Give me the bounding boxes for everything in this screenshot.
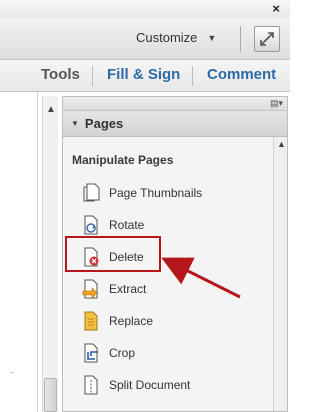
panel-options-icon[interactable]: ▤▾: [270, 98, 283, 109]
toolbar-divider: [240, 26, 241, 52]
document-scrollbar[interactable]: ▲: [42, 96, 58, 412]
item-split-document[interactable]: Split Document: [81, 373, 261, 397]
section-title: Manipulate Pages: [72, 153, 174, 167]
task-tabs: Tools Fill & Sign Comment: [0, 60, 290, 92]
item-label: Extract: [109, 282, 147, 296]
expand-icon: [260, 32, 274, 46]
toolbar: Customize ▼: [0, 18, 290, 60]
rotate-icon: [81, 214, 101, 236]
document-area: [0, 92, 38, 412]
pages-header-label: Pages: [84, 116, 124, 131]
tab-comment[interactable]: Comment: [207, 66, 276, 83]
item-crop[interactable]: Crop: [81, 341, 261, 365]
tab-tools[interactable]: Tools: [41, 66, 80, 83]
close-icon[interactable]: ×: [272, 1, 280, 16]
expand-button[interactable]: [254, 26, 280, 52]
item-label: Rotate: [109, 218, 145, 232]
customize-button[interactable]: Customize ▼: [136, 30, 216, 45]
item-label: Crop: [109, 346, 136, 360]
customize-label: Customize: [136, 30, 198, 45]
scroll-up-icon[interactable]: ▲: [277, 139, 286, 149]
scroll-up-icon[interactable]: ▲: [46, 104, 56, 115]
delete-highlight-box: [65, 236, 161, 272]
scroll-thumb[interactable]: [44, 378, 57, 412]
split-document-icon: [81, 374, 101, 396]
chevron-down-icon: ▼: [207, 32, 217, 43]
item-rotate[interactable]: Rotate: [81, 213, 261, 237]
document-mark: [10, 372, 13, 373]
tab-divider: [192, 66, 193, 86]
item-extract[interactable]: Extract: [81, 277, 261, 301]
extract-icon: [81, 278, 101, 300]
collapse-triangle-icon: ▼: [71, 119, 79, 128]
panel-scrollbar[interactable]: ▲: [273, 137, 287, 411]
item-label: Replace: [109, 314, 154, 328]
item-label: Split Document: [109, 378, 191, 392]
replace-icon: [81, 310, 101, 332]
item-replace[interactable]: Replace: [81, 309, 261, 333]
item-page-thumbnails[interactable]: Page Thumbnails: [81, 181, 261, 205]
pages-section-header[interactable]: ▼ Pages: [63, 111, 287, 137]
title-strip: ×: [0, 0, 290, 18]
crop-icon: [81, 342, 101, 364]
item-label: Page Thumbnails: [109, 186, 203, 200]
page-thumbnails-icon: [81, 182, 101, 204]
tab-divider: [92, 66, 93, 86]
panel-top-bar: ▤▾: [63, 97, 287, 111]
tab-fill-sign[interactable]: Fill & Sign: [107, 66, 180, 83]
